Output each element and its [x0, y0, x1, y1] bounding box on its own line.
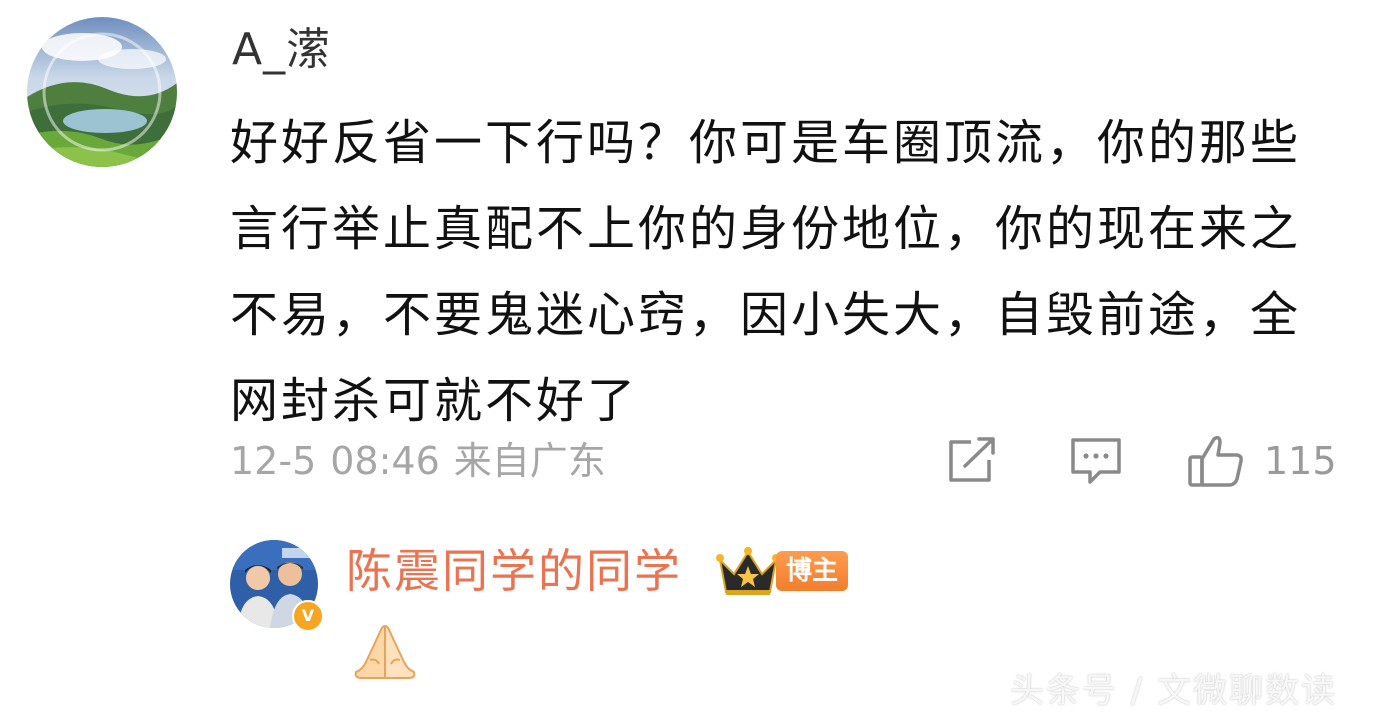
- verified-v-icon: V: [292, 600, 324, 632]
- comment-date: 12-5: [230, 439, 317, 483]
- replier-username[interactable]: 陈震同学的同学: [346, 540, 682, 602]
- commenter-avatar[interactable]: [27, 17, 177, 167]
- comment-location: 来自广东: [453, 439, 606, 483]
- comment-thread: A_潆 好好反省一下行吗？你可是车圈顶流，你的那些言行举止真配不上你的身份地位，…: [0, 0, 1390, 720]
- share-button[interactable]: [945, 432, 999, 490]
- comment-meta: 12-5 08:46 来自广东: [230, 432, 606, 490]
- like-button[interactable]: 115: [1186, 432, 1337, 490]
- comment-time: 08:46: [330, 439, 440, 483]
- watermark: 头条号 / 文微聊数读: [1010, 671, 1338, 711]
- crown-icon: [716, 546, 780, 598]
- comment-text: 好好反省一下行吗？你可是车圈顶流，你的那些言行举止真配不上你的身份地位，你的现在…: [230, 115, 1302, 429]
- folded-hands-emoji: [352, 622, 418, 680]
- comment-icon: [1068, 436, 1124, 486]
- commenter-username[interactable]: A_潆: [232, 22, 331, 78]
- blogger-badge: 博主: [776, 551, 849, 591]
- reply-button[interactable]: [1068, 432, 1124, 490]
- replier-avatar[interactable]: V: [230, 540, 324, 632]
- share-icon: [945, 436, 999, 486]
- like-count: 115: [1264, 439, 1337, 483]
- thumbs-up-icon: [1186, 433, 1246, 489]
